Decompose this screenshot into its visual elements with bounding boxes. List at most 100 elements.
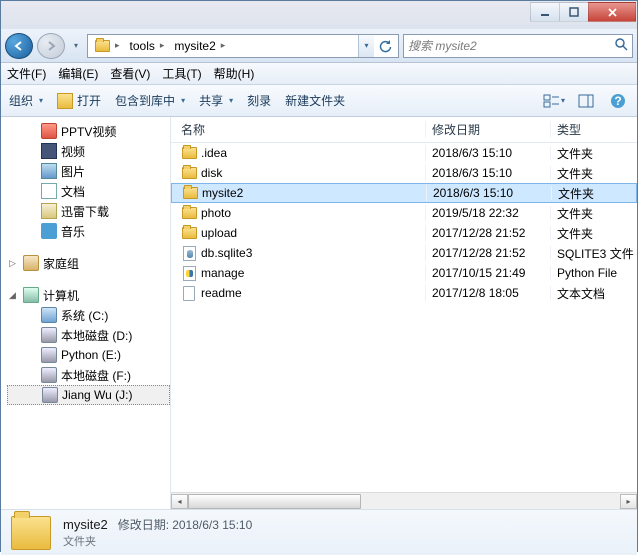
expand-toggle-icon[interactable]: ◢	[9, 290, 19, 301]
folder-icon	[181, 145, 197, 161]
menu-edit[interactable]: 编辑(E)	[58, 65, 98, 82]
horizontal-scrollbar[interactable]: ◂ ▸	[171, 492, 637, 509]
tree-item[interactable]: 系统 (C:)	[7, 305, 170, 325]
tree-item-label: 音乐	[61, 223, 85, 240]
file-row[interactable]: upload2017/12/28 21:52文件夹	[171, 223, 637, 243]
tree-item-label: 本地磁盘 (F:)	[61, 367, 131, 384]
details-name: mysite2	[63, 517, 108, 532]
tree-item[interactable]: 本地磁盘 (F:)	[7, 365, 170, 385]
back-button[interactable]	[5, 33, 33, 59]
maximize-button[interactable]	[559, 2, 589, 22]
navigation-tree: PPTV视频视频图片文档迅雷下载音乐 ▷家庭组 ◢计算机系统 (C:) 本地磁盘 (D…	[1, 117, 171, 509]
breadcrumb-item[interactable]: tools ▸	[126, 35, 171, 57]
tree-item[interactable]: 迅雷下载	[7, 201, 170, 221]
tree-item[interactable]: 图片	[7, 161, 170, 181]
column-header-name[interactable]: 名称	[171, 121, 426, 138]
svg-text:?: ?	[614, 94, 621, 108]
file-type: 文件夹	[551, 205, 637, 222]
burn-button[interactable]: 刻录	[247, 92, 271, 109]
file-date: 2017/10/15 21:49	[426, 266, 551, 280]
file-date: 2018/6/3 15:10	[426, 166, 551, 180]
thunder-icon	[41, 203, 57, 219]
address-bar[interactable]: ▸ tools ▸ mysite2 ▸ ▾	[87, 34, 399, 58]
tree-item-label: 本地磁盘 (D:)	[61, 327, 132, 344]
tree-item[interactable]: 文档	[7, 181, 170, 201]
folder-icon	[181, 205, 197, 221]
details-date-label: 修改日期: 2018/6/3 15:10	[118, 516, 252, 533]
file-name: readme	[201, 286, 242, 300]
refresh-button[interactable]	[374, 39, 396, 53]
tree-item[interactable]: ◢计算机	[7, 285, 170, 305]
breadcrumb-item[interactable]: mysite2 ▸	[170, 35, 231, 57]
column-header-type[interactable]: 类型	[551, 121, 637, 138]
folder-icon	[181, 165, 197, 181]
tree-item-label: Python (E:)	[61, 348, 121, 362]
open-icon	[57, 93, 73, 109]
tree-item-label: PPTV视频	[61, 123, 116, 140]
scroll-track[interactable]	[188, 494, 620, 509]
tree-item[interactable]: ▷家庭组	[7, 253, 170, 273]
file-name: photo	[201, 206, 231, 220]
scroll-left-button[interactable]: ◂	[171, 494, 188, 509]
main-area: PPTV视频视频图片文档迅雷下载音乐 ▷家庭组 ◢计算机系统 (C:) 本地磁盘 (D…	[1, 117, 637, 509]
search-placeholder: 搜索 mysite2	[408, 37, 477, 54]
file-name: .idea	[201, 146, 227, 160]
file-date: 2017/12/28 21:52	[426, 226, 551, 240]
tree-item[interactable]: 音乐	[7, 221, 170, 241]
history-dropdown[interactable]: ▾	[69, 33, 83, 59]
details-type: 文件夹	[63, 533, 252, 549]
disk-icon	[42, 387, 58, 403]
disk-icon	[41, 347, 57, 363]
file-type: Python File	[551, 266, 637, 280]
search-icon[interactable]	[614, 37, 628, 54]
open-button[interactable]: 打开	[57, 92, 101, 109]
file-date: 2018/6/3 15:10	[426, 146, 551, 160]
menu-file[interactable]: 文件(F)	[7, 65, 46, 82]
file-row[interactable]: db.sqlite32017/12/28 21:52SQLITE3 文件	[171, 243, 637, 263]
file-type: 文件夹	[552, 185, 636, 202]
column-header-date[interactable]: 修改日期	[426, 121, 551, 138]
scroll-right-button[interactable]: ▸	[620, 494, 637, 509]
organize-button[interactable]: 组织▾	[9, 92, 43, 109]
file-row[interactable]: readme2017/12/8 18:05文本文档	[171, 283, 637, 303]
vid-icon	[41, 143, 57, 159]
py-icon	[181, 265, 197, 281]
pptv-icon	[41, 123, 57, 139]
tree-item[interactable]: 视频	[7, 141, 170, 161]
file-list[interactable]: .idea2018/6/3 15:10文件夹disk2018/6/3 15:10…	[171, 143, 637, 492]
newfolder-button[interactable]: 新建文件夹	[285, 92, 345, 109]
menu-tools[interactable]: 工具(T)	[162, 65, 201, 82]
preview-pane-button[interactable]	[575, 90, 597, 112]
folder-icon	[181, 225, 197, 241]
menu-help[interactable]: 帮助(H)	[214, 65, 255, 82]
tree-item[interactable]: 本地磁盘 (D:)	[7, 325, 170, 345]
share-button[interactable]: 共享▾	[199, 92, 233, 109]
forward-button[interactable]	[37, 33, 65, 59]
expand-toggle-icon[interactable]: ▷	[9, 258, 19, 269]
menu-view[interactable]: 查看(V)	[110, 65, 150, 82]
file-row[interactable]: disk2018/6/3 15:10文件夹	[171, 163, 637, 183]
tree-item[interactable]: PPTV视频	[7, 121, 170, 141]
search-input[interactable]: 搜索 mysite2	[403, 34, 633, 58]
scroll-thumb[interactable]	[188, 494, 361, 509]
file-row[interactable]: .idea2018/6/3 15:10文件夹	[171, 143, 637, 163]
tree-item-label: 文档	[61, 183, 85, 200]
breadcrumb-root[interactable]: ▸	[90, 35, 126, 57]
help-button[interactable]: ?	[607, 90, 629, 112]
breadcrumb-label: tools	[130, 39, 155, 53]
tree-item[interactable]: Python (E:)	[7, 345, 170, 365]
command-toolbar: 组织▾ 打开 包含到库中▾ 共享▾ 刻录 新建文件夹 ▾ ?	[1, 85, 637, 117]
address-dropdown[interactable]: ▾	[358, 35, 374, 57]
minimize-button[interactable]	[530, 2, 560, 22]
tree-item[interactable]: Jiang Wu (J:)	[7, 385, 170, 405]
file-icon	[181, 285, 197, 301]
file-row[interactable]: manage 2017/10/15 21:49Python File	[171, 263, 637, 283]
file-type: 文件夹	[551, 165, 637, 182]
close-button[interactable]	[588, 2, 636, 22]
file-row[interactable]: photo2019/5/18 22:32文件夹	[171, 203, 637, 223]
file-row[interactable]: mysite22018/6/3 15:10文件夹	[171, 183, 637, 203]
include-button[interactable]: 包含到库中▾	[115, 92, 185, 109]
view-options-button[interactable]: ▾	[543, 90, 565, 112]
music-icon	[41, 223, 57, 239]
file-name: manage	[201, 266, 244, 280]
